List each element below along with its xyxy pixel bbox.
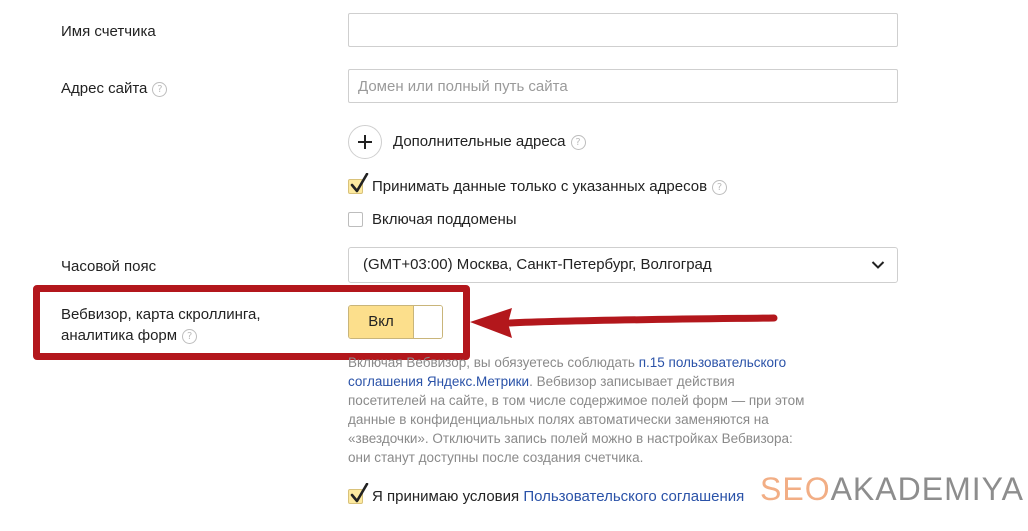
watermark-seo: SEO — [760, 471, 831, 507]
agreement-point-link[interactable]: п.15 пользовательского — [639, 355, 787, 370]
help-icon[interactable]: ? — [182, 328, 198, 344]
terms-label[interactable]: Я принимаю условия — [372, 488, 523, 505]
red-arrow-icon — [470, 308, 778, 338]
webvisor-label-line2-row: аналитика форм? — [61, 326, 198, 346]
toggle-knob — [413, 306, 442, 338]
terms-checkbox[interactable] — [348, 483, 369, 504]
help-icon[interactable]: ? — [152, 81, 168, 97]
help-icon[interactable]: ? — [570, 134, 586, 150]
timezone-select[interactable]: (GMT+03:00) Москва, Санкт-Петербург, Вол… — [348, 247, 898, 283]
site-address-input[interactable] — [348, 69, 898, 103]
webvisor-label-line1: Вебвизор, карта скроллинга, — [61, 306, 261, 323]
seoakademiya-watermark: SEOAKADEMIYA — [760, 471, 1024, 508]
additional-addresses-label[interactable]: Дополнительные адреса — [393, 133, 566, 150]
desc-line: данные в конфиденциальных полях автомати… — [348, 412, 769, 427]
include-subdomains-label[interactable]: Включая поддомены — [372, 210, 517, 230]
desc-line: посетителей на сайте, в том числе содерж… — [348, 393, 805, 408]
toggle-on-label: Вкл — [349, 306, 413, 338]
desc-line: они станут доступны после создания счетч… — [348, 450, 644, 465]
accept-only-specified-label[interactable]: Принимать данные только с указанных адре… — [372, 178, 707, 195]
user-agreement-link[interactable]: Пользовательского соглашения — [523, 488, 744, 505]
metrika-agreement-link[interactable]: соглашения Яндекс.Метрики — [348, 374, 529, 389]
desc-line: «звездочки». Отключить запись полей можн… — [348, 431, 793, 446]
additional-addresses-row: Дополнительные адреса? — [393, 132, 586, 152]
webvisor-label-line2: аналитика форм — [61, 327, 178, 344]
desc-text: Включая Вебвизор, вы обязуетесь соблюдат… — [348, 355, 639, 370]
site-address-label-row: Адрес сайта? — [61, 79, 168, 99]
help-icon[interactable]: ? — [712, 179, 728, 195]
desc-text: . Вебвизор записывает действия — [529, 374, 735, 389]
checkmark-icon — [350, 483, 369, 503]
webvisor-description: Включая Вебвизор, вы обязуетесь соблюдат… — [348, 353, 868, 467]
checkmark-icon — [350, 173, 369, 193]
webvisor-toggle[interactable]: Вкл — [348, 305, 443, 339]
accept-only-specified-row: Принимать данные только с указанных адре… — [372, 177, 728, 197]
site-address-label: Адрес сайта — [61, 80, 148, 97]
counter-name-label: Имя счетчика — [61, 23, 156, 40]
counter-name-input[interactable] — [348, 13, 898, 47]
terms-row: Я принимаю условия Пользовательского сог… — [372, 487, 744, 507]
timezone-value: (GMT+03:00) Москва, Санкт-Петербург, Вол… — [363, 256, 712, 273]
watermark-akademiya: AKADEMIYA — [830, 471, 1024, 507]
chevron-down-icon — [871, 261, 885, 269]
add-address-button[interactable] — [348, 125, 382, 159]
timezone-label: Часовой пояс — [61, 258, 157, 275]
include-subdomains-checkbox[interactable] — [348, 212, 363, 227]
accept-only-specified-checkbox[interactable] — [348, 173, 369, 194]
